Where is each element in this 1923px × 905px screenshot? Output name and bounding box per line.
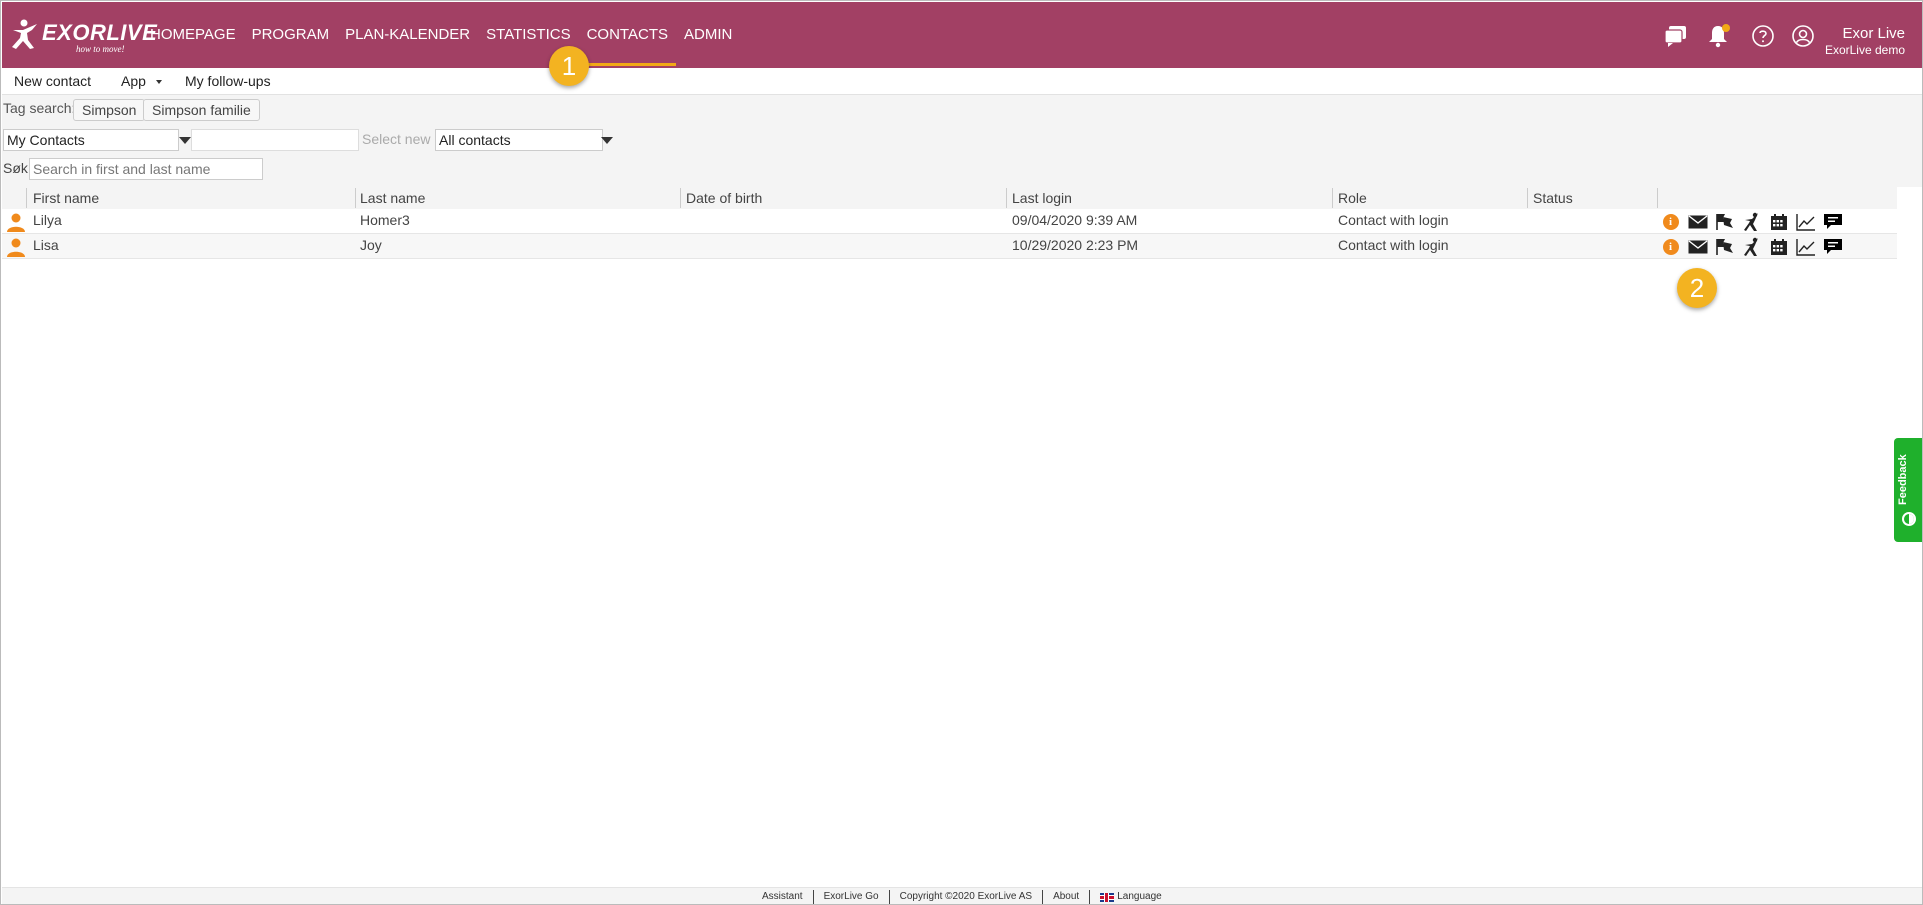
column-separator <box>1332 188 1333 208</box>
column-last-name[interactable]: Last name <box>360 190 425 206</box>
logo-text: EXORLIVE <box>42 20 158 45</box>
exercise-icon[interactable] <box>1741 212 1762 232</box>
footer-copyright: Copyright ©2020 ExorLive AS <box>890 890 1044 904</box>
cell-first-name[interactable]: Lisa <box>33 237 59 253</box>
top-navbar: EXORLIVE how to move! HOMEPAGE PROGRAM P… <box>2 2 1922 68</box>
app-menu-label: App <box>121 73 146 89</box>
footer-exorlive-go-link[interactable]: ExorLive Go <box>814 890 890 904</box>
column-separator <box>355 188 356 208</box>
dropdown-caret-icon <box>155 80 162 85</box>
cell-role: Contact with login <box>1338 237 1449 253</box>
search-label: Søk: <box>3 160 32 176</box>
cell-role: Contact with login <box>1338 212 1449 228</box>
footer-links: Assistant ExorLive Go Copyright ©2020 Ex… <box>752 888 1172 904</box>
contacts-group-select[interactable]: My Contacts <box>3 129 179 151</box>
exorlive-logo[interactable]: EXORLIVE how to move! <box>10 18 157 56</box>
flags-icon[interactable] <box>1714 212 1735 232</box>
calendar-icon[interactable] <box>1768 212 1789 232</box>
person-icon <box>7 238 25 257</box>
feedback-tab[interactable]: Feedback <box>1894 438 1922 542</box>
user-profile-icon[interactable] <box>1791 24 1815 48</box>
column-separator <box>680 188 681 208</box>
column-date-of-birth[interactable]: Date of birth <box>686 190 762 206</box>
column-role[interactable]: Role <box>1338 190 1367 206</box>
column-last-login[interactable]: Last login <box>1012 190 1072 206</box>
callout-marker-1: 1 <box>549 46 589 86</box>
filter-panel: Tag search: Simpson Simpson familie My C… <box>2 95 1922 187</box>
info-icon[interactable]: i <box>1660 237 1681 257</box>
nav-contacts[interactable]: CONTACTS <box>578 2 677 68</box>
mail-icon[interactable] <box>1687 237 1708 257</box>
column-separator <box>26 188 27 208</box>
new-contact-button[interactable]: New contact <box>14 73 91 89</box>
calendar-icon[interactable] <box>1768 237 1789 257</box>
tag-chip-simpson-familie[interactable]: Simpson familie <box>143 99 260 121</box>
feedback-icon <box>1902 512 1916 526</box>
mail-icon[interactable] <box>1687 212 1708 232</box>
chat-icon[interactable] <box>1822 212 1843 232</box>
all-contacts-caret-icon[interactable] <box>601 137 613 144</box>
cell-last-login: 09/04/2020 9:39 AM <box>1012 212 1138 228</box>
person-icon <box>7 213 25 232</box>
my-follow-ups-link[interactable]: My follow-ups <box>185 73 271 89</box>
cell-last-login: 10/29/2020 2:23 PM <box>1012 237 1139 253</box>
footer-about-link[interactable]: About <box>1043 890 1091 904</box>
column-first-name[interactable]: First name <box>33 190 99 206</box>
messages-icon[interactable] <box>1664 24 1688 48</box>
footer-language-link[interactable]: Language <box>1090 890 1172 904</box>
chart-icon[interactable] <box>1795 212 1816 232</box>
runner-logo-icon <box>12 19 37 49</box>
nav-program[interactable]: PROGRAM <box>244 2 338 68</box>
app-window: EXORLIVE how to move! HOMEPAGE PROGRAM P… <box>0 0 1923 905</box>
name-search-input[interactable] <box>29 158 263 180</box>
exercise-icon[interactable] <box>1741 237 1762 257</box>
nav-admin[interactable]: ADMIN <box>676 2 740 68</box>
callout-marker-2: 2 <box>1677 268 1717 308</box>
info-icon[interactable]: i <box>1660 212 1681 232</box>
feedback-label: Feedback <box>1897 454 1909 506</box>
uk-flag-icon <box>1100 892 1115 902</box>
column-separator <box>1006 188 1007 208</box>
user-name[interactable]: Exor Live <box>1842 25 1905 42</box>
help-icon[interactable] <box>1751 24 1775 48</box>
footer: Assistant ExorLive Go Copyright ©2020 Ex… <box>2 887 1922 904</box>
contacts-subnav: New contact App My follow-ups <box>2 68 1922 95</box>
app-menu[interactable]: App <box>121 73 162 89</box>
row-actions: i <box>1660 212 1843 232</box>
flags-icon[interactable] <box>1714 237 1735 257</box>
user-organization: ExorLive demo <box>1824 43 1905 57</box>
row-actions: i <box>1660 237 1843 257</box>
table-row[interactable]: Lisa Joy 10/29/2020 2:23 PM Contact with… <box>2 234 1897 259</box>
tag-search-label: Tag search: <box>3 100 76 116</box>
nav-homepage[interactable]: HOMEPAGE <box>142 2 244 68</box>
chat-icon[interactable] <box>1822 237 1843 257</box>
contacts-group-caret-icon[interactable] <box>179 137 191 144</box>
select-new-label: Select new <box>362 131 431 147</box>
nav-plan-kalender[interactable]: PLAN-KALENDER <box>337 2 478 68</box>
cell-first-name[interactable]: Lilya <box>33 212 62 228</box>
tag-chip-simpson[interactable]: Simpson <box>73 99 146 121</box>
footer-language-label: Language <box>1117 891 1162 902</box>
notifications-bell-icon[interactable] <box>1706 24 1730 48</box>
table-row[interactable]: Lilya Homer3 09/04/2020 9:39 AM Contact … <box>2 209 1897 234</box>
column-separator <box>1527 188 1528 208</box>
cell-last-name[interactable]: Homer3 <box>360 212 410 228</box>
footer-assistant-link[interactable]: Assistant <box>752 890 814 904</box>
chart-icon[interactable] <box>1795 237 1816 257</box>
cell-last-name[interactable]: Joy <box>360 237 382 253</box>
group-filter-input[interactable] <box>191 129 359 151</box>
column-separator <box>1657 188 1658 208</box>
main-nav: HOMEPAGE PROGRAM PLAN-KALENDER STATISTIC… <box>142 2 740 68</box>
logo-tagline: how to move! <box>76 44 125 54</box>
column-status[interactable]: Status <box>1533 190 1573 206</box>
all-contacts-select[interactable]: All contacts <box>435 129 603 151</box>
contacts-table-header: First name Last name Date of birth Last … <box>2 187 1897 209</box>
